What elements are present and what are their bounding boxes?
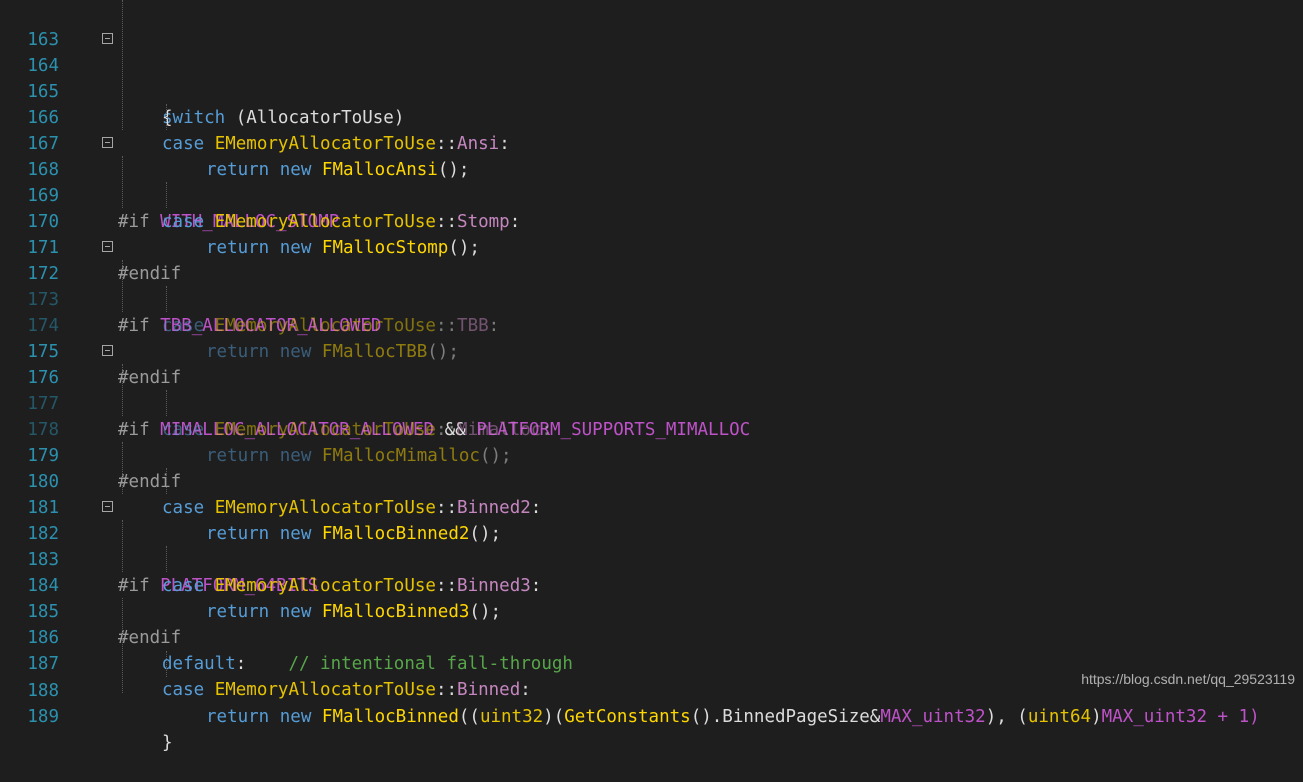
- indent-guide: [166, 468, 167, 494]
- indent-guide: [166, 546, 167, 572]
- indent-guide: [166, 286, 167, 312]
- code-line: 181 return new FMallocBinned2();: [0, 469, 1303, 544]
- collapse-icon[interactable]: [102, 137, 113, 148]
- indent-guide: [166, 182, 167, 208]
- code-line: 182 #if PLATFORM_64BITS: [0, 495, 1303, 596]
- code-line: 187 case EMemoryAllocatorToUse::Binned:: [0, 625, 1303, 700]
- code-editor[interactable]: 163 164 switch (AllocatorToUse) 165 { 16…: [0, 0, 1303, 753]
- code-line: 170 return new FMallocStomp();: [0, 183, 1303, 258]
- code-line: 172 #if TBB_ALLOCATOR_ALLOWED: [0, 235, 1303, 336]
- collapse-icon[interactable]: [102, 241, 113, 252]
- code-line-inactive: 174 return new FMallocTBB();: [0, 287, 1303, 362]
- indent-guide: [122, 520, 123, 572]
- code-line: 185 #endif: [0, 573, 1303, 648]
- code-text: }: [162, 733, 173, 753]
- code-line: 171 #endif: [0, 209, 1303, 284]
- code-line: 163: [0, 1, 1303, 50]
- code-line: 179 #endif: [0, 417, 1303, 492]
- indent-guide: [166, 390, 167, 416]
- collapse-icon[interactable]: [102, 501, 113, 512]
- collapse-icon[interactable]: [102, 33, 113, 44]
- watermark: https://blog.csdn.net/qq_29523119: [1081, 671, 1295, 687]
- code-line: 167 return new FMallocAnsi();: [0, 105, 1303, 180]
- indent-guide: [122, 442, 123, 494]
- code-line: 176 #if MIMALLOC_ALLOCATOR_ALLOWED && PL…: [0, 339, 1303, 440]
- code-line: 184 return new FMallocBinned3();: [0, 547, 1303, 622]
- code-line-inactive: 173 case EMemoryAllocatorToUse::TBB:: [0, 261, 1303, 336]
- collapse-icon[interactable]: [102, 345, 113, 356]
- indent-guide: [122, 598, 123, 693]
- line-number: 189: [27, 707, 59, 727]
- indent-guide: [122, 156, 123, 208]
- code-line: 175 #endif: [0, 313, 1303, 388]
- indent-guide: [166, 104, 167, 130]
- code-line: 180 case EMemoryAllocatorToUse::Binned2:: [0, 443, 1303, 518]
- code-line: 169 case EMemoryAllocatorToUse::Stomp:: [0, 157, 1303, 232]
- code-text: return new FMallocBinned((uint32)(GetCon…: [206, 707, 1260, 727]
- code-line: 164 switch (AllocatorToUse): [0, 27, 1303, 128]
- indent-guide: [122, 0, 123, 130]
- code-line: 186 default: // intentional fall-through: [0, 599, 1303, 674]
- indent-guide: [122, 364, 123, 416]
- code-line: 183 case EMemoryAllocatorToUse::Binned3:: [0, 521, 1303, 596]
- code-line-inactive: 178 return new FMallocMimalloc();: [0, 391, 1303, 466]
- code-line: 165 {: [0, 53, 1303, 128]
- code-line: 166 case EMemoryAllocatorToUse::Ansi:: [0, 79, 1303, 154]
- code-line: 168 #if WITH_MALLOC_STOMP: [0, 131, 1303, 232]
- indent-guide: [166, 651, 167, 677]
- code-line-inactive: 177 case EMemoryAllocatorToUse::Mimalloc…: [0, 365, 1303, 440]
- indent-guide: [122, 260, 123, 312]
